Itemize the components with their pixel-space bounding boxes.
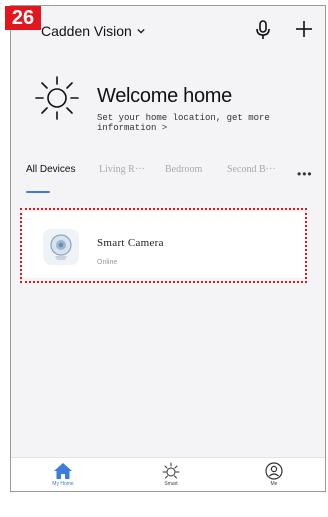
nav-label-me: Me	[270, 481, 278, 487]
top-bar: Cadden Vision	[11, 6, 325, 54]
nav-my-home[interactable]: My Home	[33, 462, 93, 487]
home-icon	[54, 463, 72, 479]
home-name: Cadden Vision	[41, 23, 132, 39]
tab-second-bedroom[interactable]: Second B···	[227, 164, 276, 175]
nav-label-my-home: My Home	[52, 481, 74, 487]
step-number-badge: 26	[5, 6, 41, 30]
device-name: Smart Camera	[97, 237, 164, 249]
plus-icon[interactable]	[295, 20, 313, 38]
tab-all-devices[interactable]: All Devices	[26, 164, 75, 175]
user-icon	[265, 462, 283, 480]
nav-me[interactable]: Me	[244, 462, 304, 487]
camera-icon	[50, 234, 72, 260]
tab-bedroom[interactable]: Bedroom	[165, 164, 202, 175]
room-tabs: All Devices Living R··· Bedroom Second B…	[11, 164, 325, 194]
welcome-banner[interactable]: Welcome home Set your home location, get…	[11, 70, 325, 140]
bottom-navigation: My Home Smart Me	[11, 457, 325, 491]
app-screen: Cadden Vision Welcome home Set your home…	[10, 5, 326, 492]
sun-icon	[162, 462, 180, 479]
active-tab-indicator	[26, 191, 50, 193]
device-card-smart-camera[interactable]: Smart Camera Online	[21, 212, 306, 278]
tab-living-room[interactable]: Living R···	[99, 164, 145, 175]
chevron-down-icon	[137, 28, 145, 34]
sun-icon	[35, 76, 79, 120]
microphone-icon[interactable]	[255, 20, 271, 40]
home-switcher[interactable]: Cadden Vision	[41, 23, 145, 39]
welcome-subtitle-link[interactable]: Set your home location, get more informa…	[97, 113, 325, 133]
nav-smart[interactable]: Smart	[141, 462, 201, 487]
welcome-title: Welcome home	[97, 85, 232, 107]
nav-label-smart: Smart	[164, 481, 178, 487]
camera-icon-tile	[43, 229, 79, 265]
device-status: Online	[97, 259, 118, 266]
more-icon[interactable]: •••	[297, 167, 313, 181]
